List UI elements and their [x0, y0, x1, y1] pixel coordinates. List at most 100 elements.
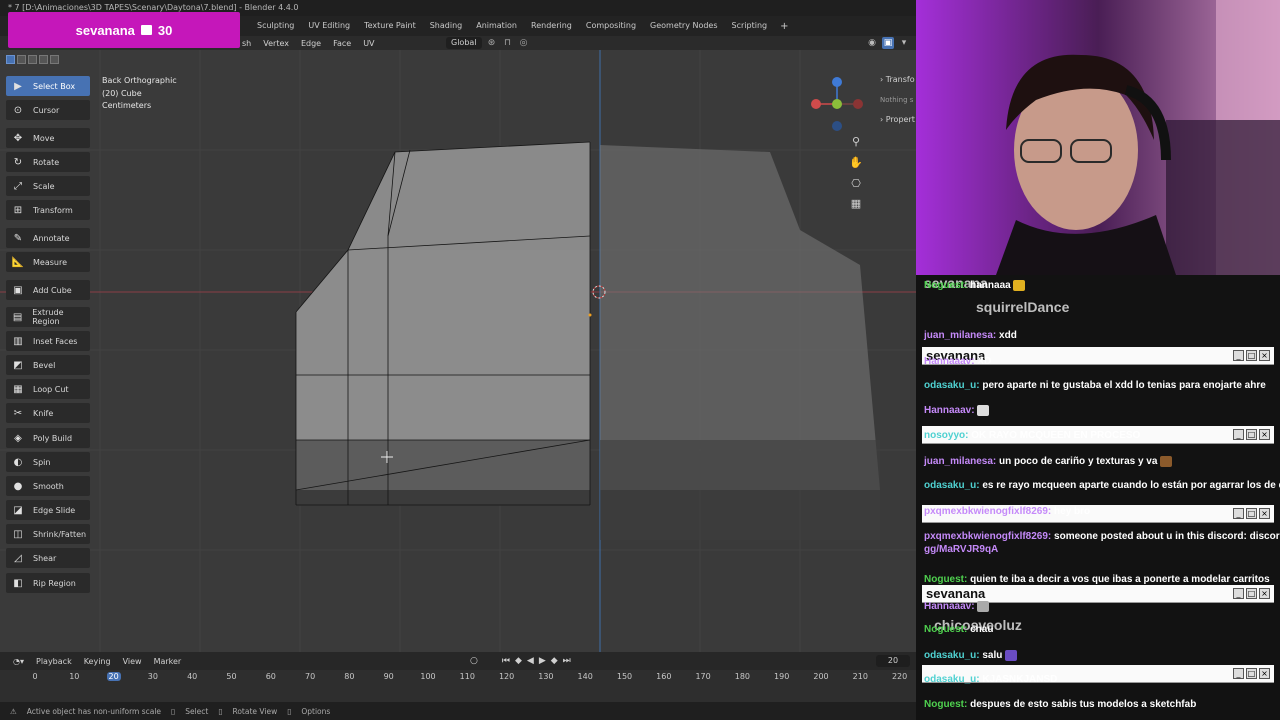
rip-region-icon: ◧: [13, 577, 23, 589]
current-frame-field[interactable]: 20: [876, 655, 910, 667]
tool-knife[interactable]: ✂ Knife: [6, 403, 90, 423]
menu-edge[interactable]: Edge: [295, 39, 327, 48]
next-keyframe-icon[interactable]: ◆: [551, 656, 558, 666]
snap-icon[interactable]: ⊓: [502, 38, 514, 48]
minimize-icon[interactable]: _: [1233, 668, 1244, 679]
menu-uv[interactable]: UV: [357, 39, 380, 48]
minimize-icon[interactable]: _: [1233, 508, 1244, 519]
menu-view[interactable]: View: [118, 657, 147, 666]
record-icon[interactable]: ○: [470, 656, 478, 666]
close-icon[interactable]: ×: [1259, 508, 1270, 519]
tool-shear[interactable]: ◿ Shear: [6, 548, 90, 568]
pan-hand-icon[interactable]: ✋: [848, 155, 864, 171]
tool-rip-region[interactable]: ◧ Rip Region: [6, 573, 90, 593]
tool-scale[interactable]: ⤢ Scale: [6, 176, 90, 196]
maximize-icon[interactable]: □: [1246, 588, 1257, 599]
extrude-region-icon: ▤: [12, 311, 23, 323]
maximize-icon[interactable]: □: [1246, 668, 1257, 679]
select-mode-extra-icon-2[interactable]: [50, 55, 59, 64]
move-icon: ✥: [13, 132, 23, 144]
minimize-icon[interactable]: _: [1233, 588, 1244, 599]
editor-type-icon[interactable]: ◔▾: [8, 657, 29, 666]
tab-uv-editing[interactable]: UV Editing: [301, 16, 357, 36]
add-workspace-button[interactable]: +: [774, 21, 794, 32]
vertex-select-icon[interactable]: [6, 55, 15, 64]
tool-smooth[interactable]: ● Smooth: [6, 476, 90, 496]
ortho-grid-icon[interactable]: ▦: [848, 196, 864, 212]
tool-select-box[interactable]: ▶ Select Box: [6, 76, 90, 96]
close-icon[interactable]: ×: [1259, 668, 1270, 679]
emote-icon: [977, 600, 990, 612]
jump-start-icon[interactable]: ⏮: [502, 656, 510, 666]
emote-icon: [1005, 649, 1018, 661]
3d-viewport[interactable]: [0, 50, 916, 652]
tool-edge-slide[interactable]: ◪ Edge Slide: [6, 500, 90, 520]
tab-geometry-nodes[interactable]: Geometry Nodes: [643, 16, 724, 36]
tool-annotate[interactable]: ✎ Annotate: [6, 228, 90, 248]
shading-menu-icon[interactable]: ▾: [898, 37, 910, 49]
menu-keying[interactable]: Keying: [79, 657, 116, 666]
menu-playback[interactable]: Playback: [31, 657, 77, 666]
xray-toggle-icon[interactable]: ▣: [882, 37, 894, 49]
menu-marker[interactable]: Marker: [149, 657, 187, 666]
transform-section[interactable]: › Transfo: [876, 70, 916, 90]
close-icon[interactable]: ×: [1259, 588, 1270, 599]
timeline-tick: 150: [616, 672, 633, 681]
face-select-icon[interactable]: [28, 55, 37, 64]
close-icon[interactable]: ×: [1259, 350, 1270, 361]
minimize-icon[interactable]: _: [1233, 429, 1244, 440]
tool-cursor[interactable]: ⊙ Cursor: [6, 100, 90, 120]
minimize-icon[interactable]: _: [1233, 350, 1244, 361]
maximize-icon[interactable]: □: [1246, 429, 1257, 440]
select-mode-icons: [6, 55, 59, 64]
tool-shrink-fatten[interactable]: ◫ Shrink/Fatten: [6, 524, 90, 544]
timeline-tick: 10: [69, 672, 80, 681]
tab-sculpting[interactable]: Sculpting: [250, 16, 301, 36]
maximize-icon[interactable]: □: [1246, 508, 1257, 519]
tool-extrude-region[interactable]: ▤ Extrude Region: [6, 307, 90, 327]
tab-compositing[interactable]: Compositing: [579, 16, 643, 36]
tool-spin[interactable]: ◐ Spin: [6, 452, 90, 472]
tab-texture-paint[interactable]: Texture Paint: [357, 16, 423, 36]
edge-select-icon[interactable]: [17, 55, 26, 64]
chat-message: odasaku_u: es re rayo mcqueen aparte cua…: [924, 480, 1280, 491]
pivot-icon[interactable]: ⊛: [486, 38, 498, 48]
menu-vertex[interactable]: Vertex: [257, 39, 295, 48]
chat-message: Hannaaav:: [924, 404, 990, 418]
jump-end-icon[interactable]: ⏭: [563, 656, 571, 666]
chat-message: Hannaaav:: [924, 600, 990, 614]
proportional-edit-icon[interactable]: ◎: [518, 38, 530, 48]
tab-rendering[interactable]: Rendering: [524, 16, 579, 36]
menu-face[interactable]: Face: [327, 39, 357, 48]
select-mode-extra-icon[interactable]: [39, 55, 48, 64]
tool-add-cube[interactable]: ▣ Add Cube: [6, 280, 90, 300]
car-cabin-mesh: [348, 142, 590, 250]
orientation-dropdown[interactable]: Global: [446, 37, 482, 49]
edit-menus: sh Vertex Edge Face UV: [236, 36, 381, 50]
play-icon[interactable]: ▶: [539, 656, 546, 666]
visibility-icon[interactable]: ◉: [866, 37, 878, 49]
popup-controls: _ □ ×: [1233, 668, 1270, 679]
timeline[interactable]: 0 10 20 30 40 50 60 70 80 90 100 110 120 130 140 150 160…: [0, 670, 916, 702]
play-reverse-icon[interactable]: ◀: [527, 656, 534, 666]
tab-scripting[interactable]: Scripting: [725, 16, 775, 36]
camera-icon[interactable]: ⎔: [848, 176, 864, 192]
close-icon[interactable]: ×: [1259, 429, 1270, 440]
tool-move[interactable]: ✥ Move: [6, 128, 90, 148]
tool-loop-cut[interactable]: ▦ Loop Cut: [6, 379, 90, 399]
tab-shading[interactable]: Shading: [423, 16, 470, 36]
maximize-icon[interactable]: □: [1246, 350, 1257, 361]
edge-slide-icon: ◪: [13, 504, 23, 516]
tool-measure[interactable]: 📐 Measure: [6, 252, 90, 272]
tool-rotate[interactable]: ↻ Rotate: [6, 152, 90, 172]
tab-animation[interactable]: Animation: [469, 16, 524, 36]
tool-inset-faces[interactable]: ▥ Inset Faces: [6, 331, 90, 351]
tool-bevel[interactable]: ◩ Bevel: [6, 355, 90, 375]
prev-keyframe-icon[interactable]: ◆: [515, 656, 522, 666]
zoom-icon[interactable]: ⚲: [848, 134, 864, 150]
tool-transform[interactable]: ⊞ Transform: [6, 200, 90, 220]
tool-poly-build[interactable]: ◈ Poly Build: [6, 428, 90, 448]
tool-label: Transform: [33, 205, 73, 215]
tool-label: Inset Faces: [33, 336, 78, 346]
properties-section[interactable]: › Propert: [876, 110, 916, 130]
